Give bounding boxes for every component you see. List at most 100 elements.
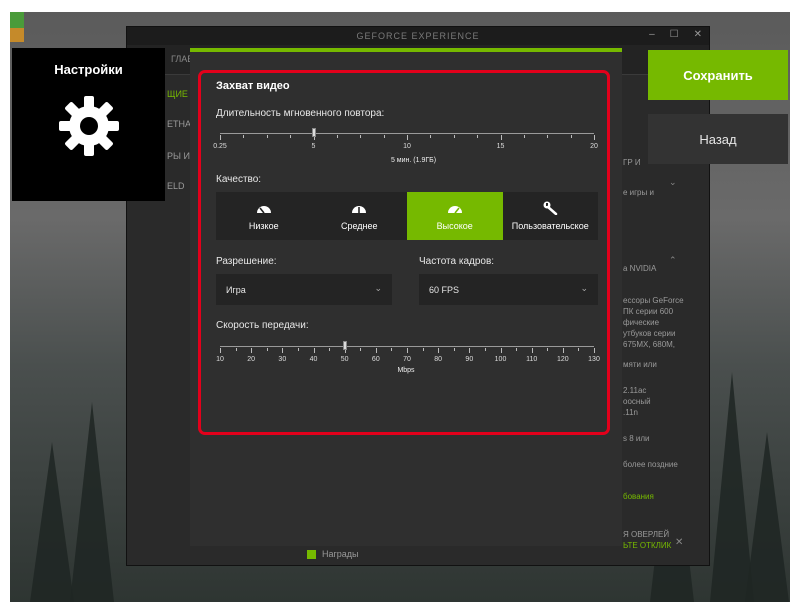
- slider-tick: [516, 348, 518, 351]
- slider-tick-label: 80: [434, 356, 443, 363]
- bitrate-label: Скорость передачи:: [216, 320, 309, 331]
- settings-tile[interactable]: Настройки: [12, 48, 165, 201]
- slider-tick-label: 20: [247, 356, 256, 363]
- chevron-up-icon[interactable]: ⌃: [669, 255, 677, 266]
- panel-text: а NVIDIA: [623, 264, 657, 273]
- window-titlebar: GEFORCE EXPERIENCE – ☐ ✕: [127, 27, 709, 45]
- slider-tick: [375, 348, 377, 353]
- window-controls: – ☐ ✕: [649, 29, 703, 40]
- slider-tick: [453, 135, 455, 138]
- slider-tick: [469, 348, 471, 353]
- rewards-checkbox-row[interactable]: Награды: [307, 549, 359, 559]
- chevron-down-icon: ⌄: [374, 283, 382, 293]
- maximize-icon[interactable]: ☐: [670, 29, 680, 40]
- slider-track[interactable]: [220, 133, 594, 134]
- slider-track[interactable]: [220, 346, 594, 347]
- chevron-down-icon: ⌄: [580, 283, 588, 293]
- bitrate-slider[interactable]: 10 20 30 40 50 60 70 80 90 100 110 120 130: [216, 340, 600, 380]
- quality-label: Качество:: [216, 174, 262, 185]
- framerate-dropdown[interactable]: 60 FPS ⌄: [419, 274, 598, 305]
- slider-tick: [360, 135, 362, 138]
- tree-silhouette: [745, 432, 789, 602]
- slider-tick: [313, 348, 315, 353]
- slider-tick: [235, 348, 237, 351]
- slider-tick: [251, 348, 253, 353]
- instant-replay-value: 5 мин. (1.9ГБ): [390, 157, 437, 164]
- checkbox-checked-icon[interactable]: [307, 549, 316, 559]
- resolution-value: Игра: [226, 284, 246, 295]
- slider-tick: [220, 135, 221, 140]
- slider-tick: [220, 348, 221, 353]
- tree-silhouette: [70, 402, 114, 602]
- slider-tick: [282, 348, 284, 353]
- panel-text: утбуков серии: [623, 329, 676, 338]
- close-icon[interactable]: ✕: [694, 29, 703, 40]
- slider-tick-label: 10: [216, 356, 224, 363]
- back-button[interactable]: Назад: [648, 114, 788, 164]
- slider-tick-label: 120: [556, 356, 569, 363]
- resolution-label: Разрешение:: [216, 256, 277, 267]
- bitrate-unit: Mbps: [397, 367, 415, 374]
- slider-tick: [547, 135, 549, 138]
- panel-text: .11n: [623, 408, 638, 417]
- save-button[interactable]: Сохранить: [648, 50, 788, 100]
- slider-tick: [391, 348, 393, 351]
- slider-tick: [531, 348, 533, 353]
- sidebar-item-shield[interactable]: ELD: [167, 181, 185, 191]
- quality-option-low[interactable]: Низкое: [216, 192, 312, 240]
- speedometer-high-icon: [447, 206, 462, 214]
- framerate-label: Частота кадров:: [419, 256, 495, 267]
- slider-tick-label: 30: [278, 356, 287, 363]
- slider-tick-label: 60: [371, 356, 380, 363]
- slider-tick: [477, 135, 479, 138]
- sidebar-item-general[interactable]: ЩИЕ: [167, 89, 188, 99]
- slider-tick: [594, 348, 595, 353]
- slider-thumb[interactable]: [342, 341, 347, 350]
- panel-text: е игры и: [623, 188, 654, 197]
- desktop-icon-tile[interactable]: [10, 28, 24, 42]
- quality-option-high[interactable]: Высокое: [407, 192, 503, 240]
- slider-thumb[interactable]: [311, 128, 316, 137]
- chevron-down-icon[interactable]: ⌄: [669, 177, 677, 188]
- slider-tick-label: 20: [590, 143, 598, 150]
- slider-tick: [570, 135, 572, 138]
- slider-tick: [383, 135, 385, 138]
- minimize-icon[interactable]: –: [649, 29, 656, 40]
- settings-title: Настройки: [54, 62, 123, 77]
- slider-tick: [438, 348, 440, 353]
- highlight-frame: [198, 70, 610, 435]
- slider-tick: [500, 135, 502, 140]
- slider-tick: [266, 348, 268, 351]
- slider-tick: [500, 348, 502, 353]
- slider-tick: [578, 348, 580, 351]
- panel-text: s 8 или: [623, 434, 650, 443]
- rewards-label: Награды: [322, 549, 359, 559]
- slider-tick-label: 130: [588, 356, 600, 363]
- quality-option-custom[interactable]: Пользовательское: [502, 192, 598, 240]
- slider-tick: [523, 135, 525, 138]
- quality-option-label: Низкое: [248, 221, 279, 231]
- slider-tick: [422, 348, 424, 351]
- quality-option-label: Среднее: [340, 221, 378, 231]
- slider-tick: [484, 348, 486, 351]
- slider-tick-label: 50: [340, 356, 349, 363]
- quality-option-medium[interactable]: Среднее: [311, 192, 407, 240]
- framerate-value: 60 FPS: [429, 284, 460, 295]
- dialog-title: Захват видео: [216, 80, 290, 92]
- slider-tick: [594, 135, 595, 140]
- slider-tick: [243, 135, 245, 138]
- quality-option-label: Пользовательское: [511, 221, 589, 231]
- close-icon[interactable]: ✕: [675, 537, 683, 548]
- desktop-icon-tile[interactable]: [10, 12, 24, 28]
- panel-text: ессоры GeForce: [623, 296, 684, 305]
- resolution-dropdown[interactable]: Игра ⌄: [216, 274, 392, 305]
- quality-option-label: Высокое: [436, 221, 473, 231]
- slider-tick-label: 15: [496, 143, 505, 150]
- speedometer-low-icon: [256, 206, 271, 214]
- quality-selector[interactable]: Низкое Среднее Высокое Пользовательское: [216, 192, 598, 240]
- slider-tick-label: 70: [403, 356, 411, 363]
- panel-link[interactable]: бования: [623, 491, 703, 502]
- slider-tick-label: 5: [311, 143, 316, 150]
- wrench-icon: [543, 201, 558, 215]
- tree-silhouette: [30, 442, 74, 602]
